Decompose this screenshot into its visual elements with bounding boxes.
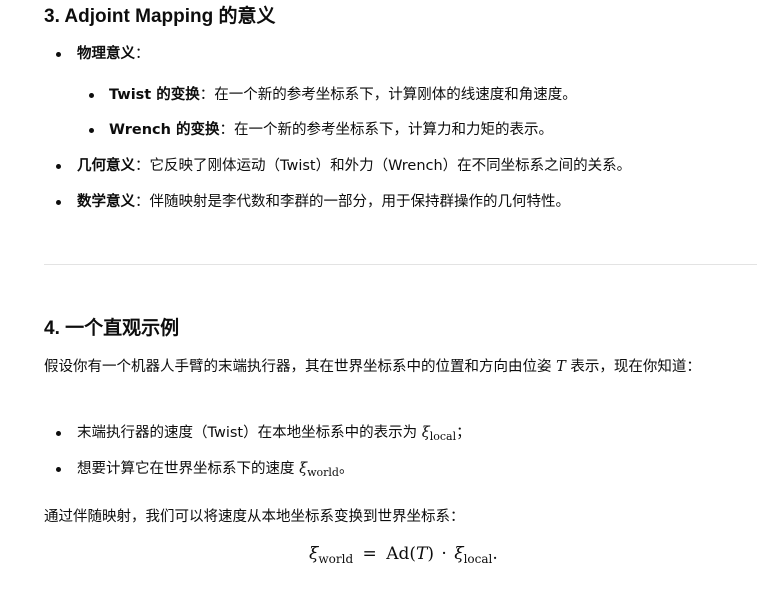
bullet-dot (56, 431, 61, 436)
bullet-dot (89, 128, 94, 133)
bullet-dot (89, 93, 94, 98)
item-text: ：伴随映射是李代数和李群的一部分，用于保持群操作的几何特性。 (135, 194, 570, 210)
bullet-dot (56, 164, 61, 169)
item-label: 几何意义 (77, 158, 135, 174)
item-text: ：在一个新的参考坐标系下，计算刚体的线速度和角速度。 (199, 87, 577, 103)
item-label: Twist 的变换 (109, 87, 200, 103)
item-label: Wrench 的变换 (109, 122, 220, 138)
section-3-heading: 3. Adjoint Mapping 的意义 (44, 6, 276, 27)
bullet-dot (56, 467, 61, 472)
item-label: 物理意义 (77, 46, 135, 62)
pose-variable: T (556, 359, 566, 375)
xi-symbol: ξ (299, 461, 308, 477)
item-label: 数学意义 (77, 194, 135, 210)
section-4-heading: 4. 一个直观示例 (44, 318, 180, 339)
xi-symbol: ξ (421, 425, 430, 441)
item-text: ：在一个新的参考坐标系下，计算力和力矩的表示。 (219, 122, 554, 138)
item-text: ： (135, 46, 150, 62)
section-divider (44, 264, 757, 265)
adjoint-equation: ξworld = Ad(T) · ξlocal. (309, 544, 498, 566)
item-text: ：它反映了刚体运动（Twist）和外力（Wrench）在不同坐标系之间的关系。 (135, 158, 632, 174)
intro-paragraph: 假设你有一个机器人手臂的末端执行器，其在世界坐标系中的位置和方向由位姿 T 表示… (44, 359, 701, 375)
bullet-dot (56, 52, 61, 57)
conclusion-text: 通过伴随映射，我们可以将速度从本地坐标系变换到世界坐标系： (44, 509, 465, 525)
bullet-dot (56, 200, 61, 205)
